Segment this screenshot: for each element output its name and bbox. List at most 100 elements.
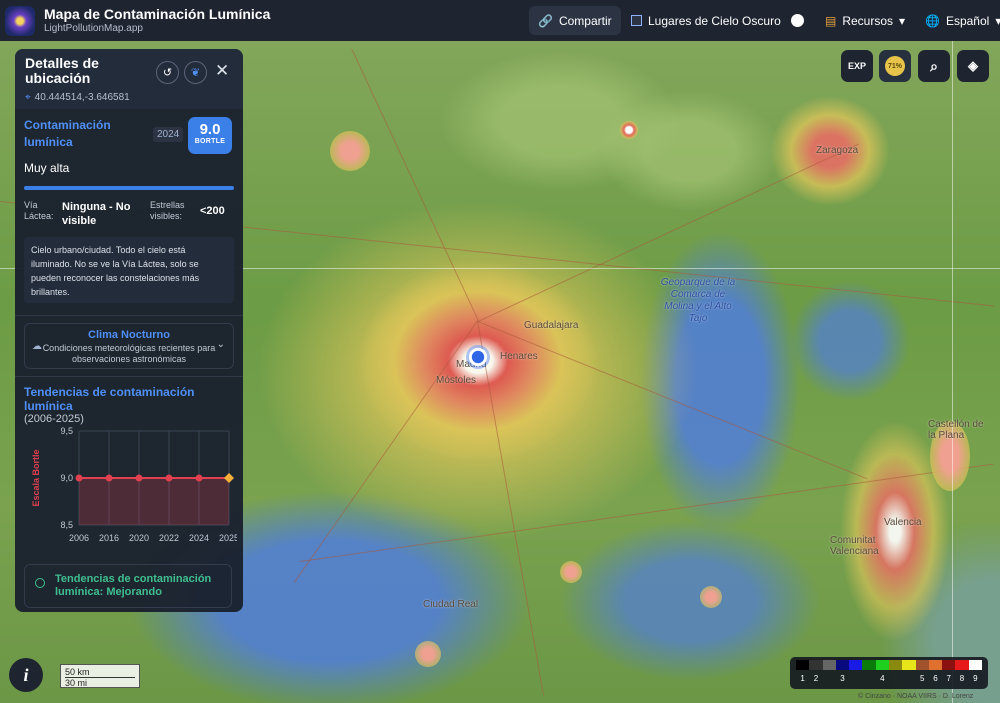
x-tick-label: 2020 [129, 533, 149, 543]
stars-key: Estrellas visibles: [150, 200, 185, 221]
moon-icon: 71% [885, 56, 905, 76]
trend-title: Tendencias de contaminación lumínica [24, 385, 195, 413]
scale-mi: 30 mi [65, 678, 88, 688]
legend-label: 2 [813, 674, 819, 683]
legend-label: 5 [919, 674, 925, 683]
series-area [79, 478, 229, 525]
language-menu[interactable]: 🌐 Español ▾ [916, 6, 1000, 35]
divider [15, 315, 243, 316]
scale-km: 50 km [65, 667, 135, 678]
resources-menu[interactable]: ▤ Recursos ▾ [816, 6, 914, 35]
layers-button[interactable]: ◈ [957, 50, 989, 82]
moon-phase-button[interactable]: 71% [879, 50, 911, 82]
x-tick-label: 2006 [69, 533, 89, 543]
data-point [135, 474, 143, 482]
town-glow [620, 121, 638, 139]
map-label-castellon: Castellón de la Plana [928, 419, 984, 441]
map-label-zaragoza: Zaragoza [816, 145, 859, 156]
map-label-geopark: Geoparque de la Comarca de Molina y el A… [660, 277, 736, 324]
chart-icon [631, 15, 642, 26]
x-tick-label: 2022 [159, 533, 179, 543]
map-label-henares: Henares [500, 351, 538, 362]
map-label-ciudad-real: Ciudad Real [423, 599, 479, 610]
close-icon: ✕ [215, 61, 230, 80]
legend-swatch [796, 660, 810, 670]
status-icon [35, 578, 45, 588]
y-tick-label: 8,5 [60, 520, 73, 530]
map-road [351, 48, 479, 321]
pin-icon: ⌖ [25, 92, 31, 103]
export-button[interactable]: EXP [841, 50, 873, 82]
y-tick-label: 9,5 [60, 426, 73, 436]
location-pin[interactable] [466, 345, 490, 369]
y-axis-label: Escala Bortle [31, 449, 41, 506]
legend-swatch [809, 660, 823, 670]
info-icon: i [23, 664, 29, 685]
legend-label [849, 674, 862, 683]
history-icon: ↺ [162, 67, 173, 79]
coordinates[interactable]: ⌖ 40.444514,-3.646581 [25, 92, 233, 103]
legend-swatches [796, 660, 982, 670]
legend-label [823, 674, 836, 683]
history-button[interactable]: ↺ [156, 61, 179, 84]
town-glow [330, 131, 370, 171]
search-button[interactable]: ⌕ [918, 50, 950, 82]
map-road [477, 321, 544, 696]
legend-label: 4 [880, 674, 885, 683]
chevron-down-icon: ▾ [995, 13, 1000, 28]
x-tick-label: 2016 [99, 533, 119, 543]
legend-label: 8 [959, 674, 965, 683]
legend-swatch [862, 660, 876, 670]
layers-icon: ◈ [968, 58, 978, 73]
share-button[interactable]: 🔗 Compartir [529, 6, 621, 35]
app-logo[interactable] [5, 5, 35, 36]
map-road [293, 320, 478, 584]
graticule-line [952, 41, 953, 703]
night-weather-accordion[interactable]: ☁ Clima Nocturno Condiciones meteorológi… [24, 323, 234, 369]
data-point [195, 474, 203, 482]
map-label-guadalajara: Guadalajara [524, 320, 579, 331]
weather-title: Clima Nocturno [88, 329, 170, 341]
map-road [477, 321, 868, 480]
map-label-comunitat: Comunitat Valenciana [830, 535, 879, 557]
legend-label: 7 [946, 674, 951, 683]
search-icon: ⌕ [930, 57, 938, 74]
light-pollution-title: Contaminación lumínica [24, 118, 111, 149]
legend-swatch [835, 660, 850, 670]
legend-swatch [849, 660, 863, 670]
trend-status[interactable]: Tendencias de contaminación lumínica: Me… [24, 564, 232, 608]
legend-swatch [928, 660, 943, 670]
bortle-label: BORTLE [194, 138, 226, 145]
legend-swatch [942, 660, 956, 670]
sky-info-row: Vía Láctea: Ninguna - No visible Estrell… [15, 190, 243, 228]
x-tick-label: 2024 [189, 533, 209, 543]
y-tick-label: 9,0 [60, 473, 73, 483]
toggle-switch[interactable] [790, 14, 804, 27]
legend-label: 3 [840, 674, 845, 683]
map-label-valencia: Valencia [884, 517, 922, 528]
info-button[interactable]: i [9, 658, 43, 692]
link-icon: 🔗 [538, 13, 553, 28]
resources-label: Recursos [842, 13, 894, 28]
legend-swatch [915, 660, 929, 670]
data-point [165, 474, 173, 482]
app-title: Mapa de Contaminación Lumínica [44, 6, 271, 22]
bortle-value: 9.0 [199, 121, 221, 138]
close-button[interactable]: ✕ [215, 61, 229, 81]
books-icon: ▤ [825, 13, 837, 28]
milky-way-key: Vía Láctea: [24, 200, 54, 221]
legend-swatch [955, 660, 969, 670]
dark-sites-toggle[interactable]: Lugares de Cielo Oscuro [622, 6, 813, 35]
app-subtitle: LightPollutionMap.app [44, 23, 143, 34]
legend-label [902, 674, 915, 683]
legend-label: 6 [933, 674, 938, 683]
legend-swatch [968, 660, 982, 670]
legend-swatch [822, 660, 836, 670]
favorite-button[interactable]: ❦ [184, 61, 207, 84]
chevron-down-icon: ⌄ [216, 339, 225, 350]
legend-label [889, 674, 902, 683]
scale-bar: 50 km 30 mi [60, 664, 140, 688]
attribution: © Cinzano · NOAA VIIRS · D. Lorenz [858, 693, 974, 700]
data-point [105, 474, 113, 482]
panel-title: Detalles de ubicación [25, 55, 99, 86]
